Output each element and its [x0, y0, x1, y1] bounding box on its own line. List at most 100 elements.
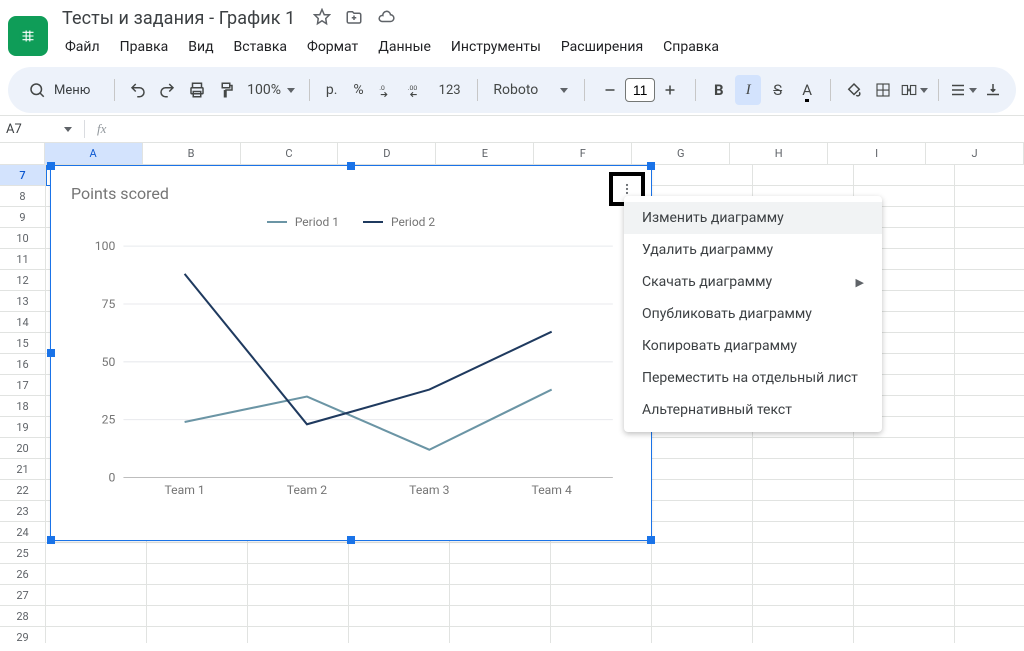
svg-text:.00: .00	[408, 84, 418, 92]
merge-cells-button[interactable]	[900, 75, 928, 105]
svg-text:75: 75	[102, 297, 116, 311]
legend-swatch	[363, 221, 383, 223]
decrease-font-size-button[interactable]	[595, 75, 625, 105]
row-header[interactable]: 13	[0, 291, 46, 312]
menu-search[interactable]: Меню	[18, 75, 104, 105]
chart-legend: Period 1 Period 2	[71, 215, 631, 229]
svg-text:0: 0	[108, 471, 115, 485]
chevron-down-icon	[969, 88, 977, 93]
row-header[interactable]: 19	[0, 417, 46, 438]
fill-color-button[interactable]	[841, 75, 866, 105]
fx-icon: fx	[91, 121, 112, 137]
column-header[interactable]: B	[143, 143, 241, 165]
toolbar: Меню 100% р. % .0 .00 123 Roboto B I S A	[8, 67, 1016, 113]
chart-plot-area: 0255075100Team 1Team 2Team 3Team 4	[95, 242, 623, 498]
svg-text:Team 2: Team 2	[287, 483, 327, 497]
row-header[interactable]: 23	[0, 501, 46, 522]
context-menu-item[interactable]: Опубликовать диаграмму	[624, 298, 882, 330]
undo-button[interactable]	[125, 75, 150, 105]
strikethrough-button[interactable]: S	[765, 75, 790, 105]
menu-search-label: Меню	[54, 83, 90, 98]
name-box[interactable]: A7	[6, 122, 78, 137]
menu-edit[interactable]: Правка	[111, 35, 178, 59]
context-menu-item[interactable]: Удалить диаграмму	[624, 234, 882, 266]
svg-text:.0: .0	[380, 84, 386, 92]
font-size-input[interactable]	[625, 78, 655, 102]
move-icon[interactable]	[345, 8, 363, 30]
horizontal-align-button[interactable]	[949, 75, 977, 105]
context-menu-item[interactable]: Изменить диаграмму	[624, 202, 882, 234]
text-color-button[interactable]: A	[794, 75, 819, 105]
menu-insert[interactable]: Вставка	[225, 35, 296, 59]
redo-button[interactable]	[155, 75, 180, 105]
row-header[interactable]: 8	[0, 186, 46, 207]
increase-font-size-button[interactable]	[655, 75, 685, 105]
row-header[interactable]: 9	[0, 207, 46, 228]
row-header[interactable]: 10	[0, 228, 46, 249]
vertical-align-button[interactable]	[981, 75, 1006, 105]
svg-text:Team 4: Team 4	[532, 483, 572, 497]
column-header[interactable]: H	[730, 143, 828, 165]
legend-item: Period 2	[363, 215, 435, 229]
row-header[interactable]: 14	[0, 312, 46, 333]
column-header[interactable]: J	[926, 143, 1024, 165]
legend-swatch	[267, 221, 287, 223]
column-header[interactable]: I	[828, 143, 926, 165]
embedded-chart[interactable]: Points scored Period 1 Period 2 02550751…	[50, 165, 652, 541]
row-header[interactable]: 21	[0, 459, 46, 480]
context-menu-item[interactable]: Альтернативный текст	[624, 394, 882, 426]
zoom-select[interactable]: 100%	[243, 82, 299, 98]
chevron-down-icon	[287, 88, 295, 93]
chevron-down-icon	[560, 88, 568, 93]
row-header[interactable]: 22	[0, 480, 46, 501]
menu-tools[interactable]: Инструменты	[442, 35, 550, 59]
menu-view[interactable]: Вид	[179, 35, 222, 59]
doc-title[interactable]: Тесты и задания - График 1	[56, 6, 301, 31]
increase-decimal-button[interactable]: .00	[403, 75, 428, 105]
more-formats-button[interactable]: 123	[433, 75, 467, 105]
menu-extensions[interactable]: Расширения	[552, 35, 652, 59]
context-menu-item[interactable]: Переместить на отдельный лист	[624, 362, 882, 394]
row-header[interactable]: 25	[0, 543, 46, 564]
chevron-down-icon	[920, 88, 928, 93]
menu-data[interactable]: Данные	[369, 35, 440, 59]
row-header[interactable]: 24	[0, 522, 46, 543]
menu-help[interactable]: Справка	[654, 35, 728, 59]
font-family-select[interactable]: Roboto	[487, 82, 574, 98]
sheets-app-icon[interactable]	[8, 16, 48, 56]
bold-button[interactable]: B	[706, 75, 731, 105]
svg-text:50: 50	[102, 355, 116, 369]
context-menu-item[interactable]: Скачать диаграмму ▶	[624, 266, 882, 298]
column-header[interactable]: F	[534, 143, 632, 165]
row-header[interactable]: 15	[0, 333, 46, 354]
borders-button[interactable]	[870, 75, 895, 105]
print-button[interactable]	[184, 75, 209, 105]
row-header[interactable]: 28	[0, 606, 46, 627]
paint-format-button[interactable]	[214, 75, 239, 105]
row-header[interactable]: 20	[0, 438, 46, 459]
row-header[interactable]: 27	[0, 585, 46, 606]
row-header[interactable]: 18	[0, 396, 46, 417]
format-percent-button[interactable]: %	[347, 75, 369, 105]
submenu-arrow-icon: ▶	[856, 276, 864, 289]
decrease-decimal-button[interactable]: .0	[374, 75, 399, 105]
row-header[interactable]: 26	[0, 564, 46, 585]
italic-button[interactable]: I	[735, 75, 760, 105]
row-header[interactable]: 11	[0, 249, 46, 270]
menu-format[interactable]: Формат	[298, 35, 367, 59]
row-header[interactable]: 29	[0, 627, 46, 643]
svg-text:100: 100	[95, 239, 116, 253]
row-header[interactable]: 12	[0, 270, 46, 291]
svg-text:Team 1: Team 1	[164, 483, 204, 497]
menu-file[interactable]: Файл	[56, 35, 109, 59]
row-header[interactable]: 16	[0, 354, 46, 375]
row-header[interactable]: 17	[0, 375, 46, 396]
star-icon[interactable]	[313, 8, 331, 30]
row-header[interactable]: 7	[0, 165, 46, 186]
format-currency-button[interactable]: р.	[320, 75, 344, 105]
context-menu-item[interactable]: Копировать диаграмму	[624, 330, 882, 362]
column-header[interactable]: A	[45, 143, 143, 165]
cloud-status-icon[interactable]	[377, 8, 395, 30]
column-header[interactable]: E	[436, 143, 534, 165]
column-header[interactable]: C	[241, 143, 339, 165]
